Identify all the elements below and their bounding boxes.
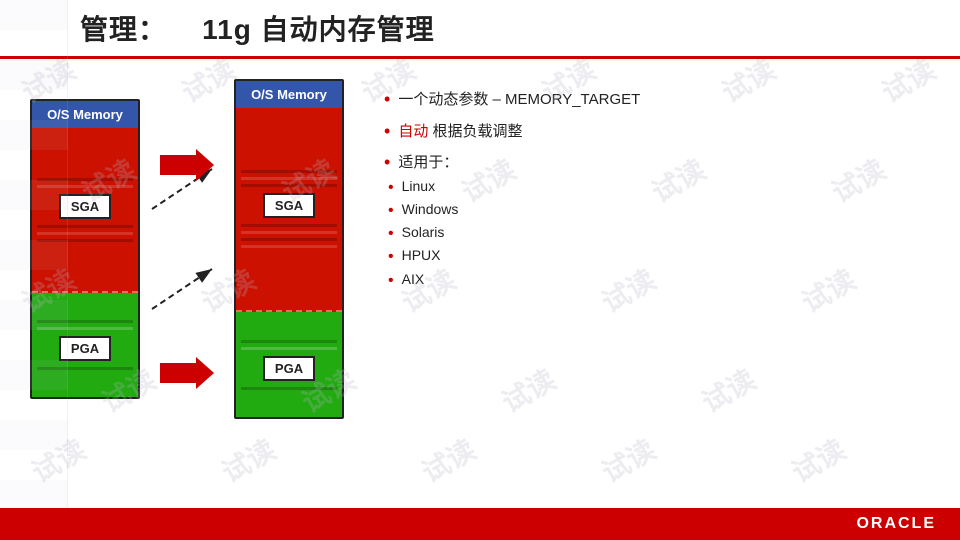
right-os-memory-label: O/S Memory	[236, 81, 342, 108]
title-main: 11g 自动内存管理	[202, 14, 434, 45]
top-red-arrow	[160, 149, 214, 181]
bullet-2-text: 自动 根据负载调整	[398, 121, 522, 142]
sub-bullet-dot: •	[388, 224, 394, 243]
sub-bullet-item: • HPUX	[388, 247, 930, 266]
header: 管理： 11g 自动内存管理	[0, 0, 960, 59]
dashed-arrow-svg	[152, 149, 222, 389]
sub-bullet-item: • AIX	[388, 271, 930, 290]
sub-bullet-text: Linux	[402, 178, 435, 194]
bullet-3-dot: •	[384, 152, 390, 174]
bullet-2-auto: 自动	[398, 123, 428, 140]
sub-bullet-text: Solaris	[402, 224, 445, 240]
bullet-1-dot: •	[384, 89, 390, 111]
sub-bullet-item: • Solaris	[388, 224, 930, 243]
diagrams-area: O/S Memory SGA PGA	[30, 79, 344, 419]
bullet-2-suffix: 根据负载调整	[428, 123, 522, 140]
sub-bullet-dot: •	[388, 178, 394, 197]
sub-bullet-text: AIX	[402, 271, 425, 287]
info-panel: • 一个动态参数 – MEMORY_TARGET • 自动 根据负载调整 • 适…	[384, 79, 930, 290]
bullet-1-text: 一个动态参数 – MEMORY_TARGET	[398, 89, 640, 110]
page-title: 管理： 11g 自动内存管理	[80, 8, 435, 48]
sub-bullet-item: • Linux	[388, 178, 930, 197]
left-accent-bar	[0, 0, 68, 540]
right-sga-label: SGA	[263, 193, 315, 218]
main-content: O/S Memory SGA PGA	[0, 59, 960, 506]
title-prefix: 管理：	[80, 14, 167, 45]
bullet-3-group: • 适用于： • Linux • Windows • Solaris • HPUX • AIX	[384, 152, 930, 290]
sub-bullet-item: • Windows	[388, 201, 930, 220]
sub-bullet-text: HPUX	[402, 247, 441, 263]
sub-bullet-dot: •	[388, 271, 394, 290]
sub-bullets-list: • Linux • Windows • Solaris • HPUX • AIX	[388, 178, 930, 290]
bullet-2: • 自动 根据负载调整	[384, 121, 930, 143]
bottom-red-arrow	[160, 357, 214, 389]
sub-bullet-text: Windows	[402, 201, 459, 217]
bullet-3-text: 适用于：	[398, 152, 458, 173]
right-pga-label: PGA	[263, 356, 315, 381]
sub-bullet-dot: •	[388, 201, 394, 220]
bullet-2-dot: •	[384, 121, 390, 143]
bullet-1: • 一个动态参数 – MEMORY_TARGET	[384, 89, 930, 111]
oracle-logo: ORACLE	[856, 515, 936, 533]
footer: ORACLE	[0, 508, 960, 540]
sub-bullet-dot: •	[388, 247, 394, 266]
bullet-3: • 适用于：	[384, 152, 930, 174]
right-memory-box: O/S Memory SGA PGA	[234, 79, 344, 419]
